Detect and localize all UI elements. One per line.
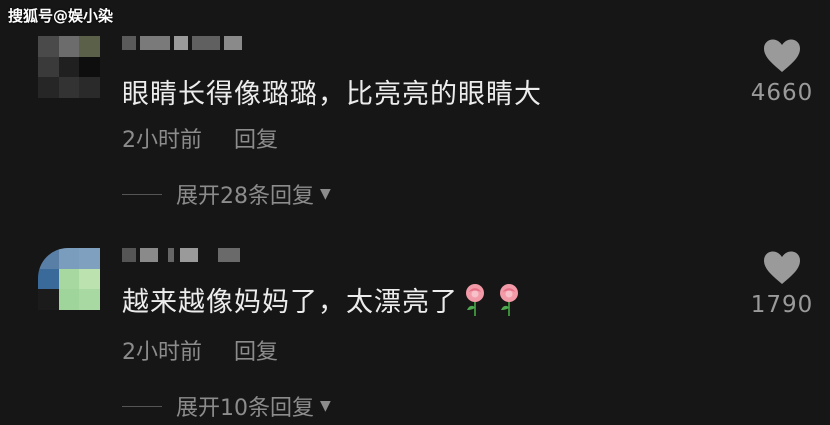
expand-replies-button[interactable]: 展开10条回复 ▼ [122, 390, 331, 422]
username-pixelated[interactable] [122, 34, 252, 52]
expand-replies-label: 展开10条回复 [176, 396, 314, 421]
heart-icon [764, 39, 800, 72]
comment-time: 2小时前 [122, 340, 202, 365]
comment-text: 越来越像妈妈了，太漂亮了 [122, 280, 526, 319]
username-pixelated[interactable] [122, 246, 252, 264]
rose-emoji [458, 283, 492, 318]
like-button[interactable]: 4660 [738, 38, 826, 106]
expand-replies-label: 展开28条回复 [176, 184, 314, 209]
like-count: 4660 [750, 80, 814, 106]
avatar[interactable] [38, 36, 100, 98]
triangle-down-icon: ▼ [320, 186, 331, 202]
like-button[interactable]: 1790 [738, 250, 826, 318]
divider-line [122, 193, 162, 195]
comment-meta: 2小时前 回复 [122, 122, 278, 154]
heart-icon [764, 251, 800, 284]
rose-emoji [492, 283, 526, 318]
like-count: 1790 [750, 292, 814, 318]
watermark: 搜狐号@娱小染 [8, 7, 114, 25]
reply-button[interactable]: 回复 [234, 128, 278, 153]
comment-meta: 2小时前 回复 [122, 334, 278, 366]
expand-replies-button[interactable]: 展开28条回复 ▼ [122, 178, 331, 210]
comment-text: 眼睛长得像璐璐，比亮亮的眼睛大 [122, 79, 542, 110]
avatar[interactable] [38, 248, 100, 310]
reply-button[interactable]: 回复 [234, 340, 278, 365]
triangle-down-icon: ▼ [320, 398, 331, 414]
comment-text-content: 越来越像妈妈了，太漂亮了 [122, 287, 458, 318]
divider-line [122, 405, 162, 407]
comment-time: 2小时前 [122, 128, 202, 153]
